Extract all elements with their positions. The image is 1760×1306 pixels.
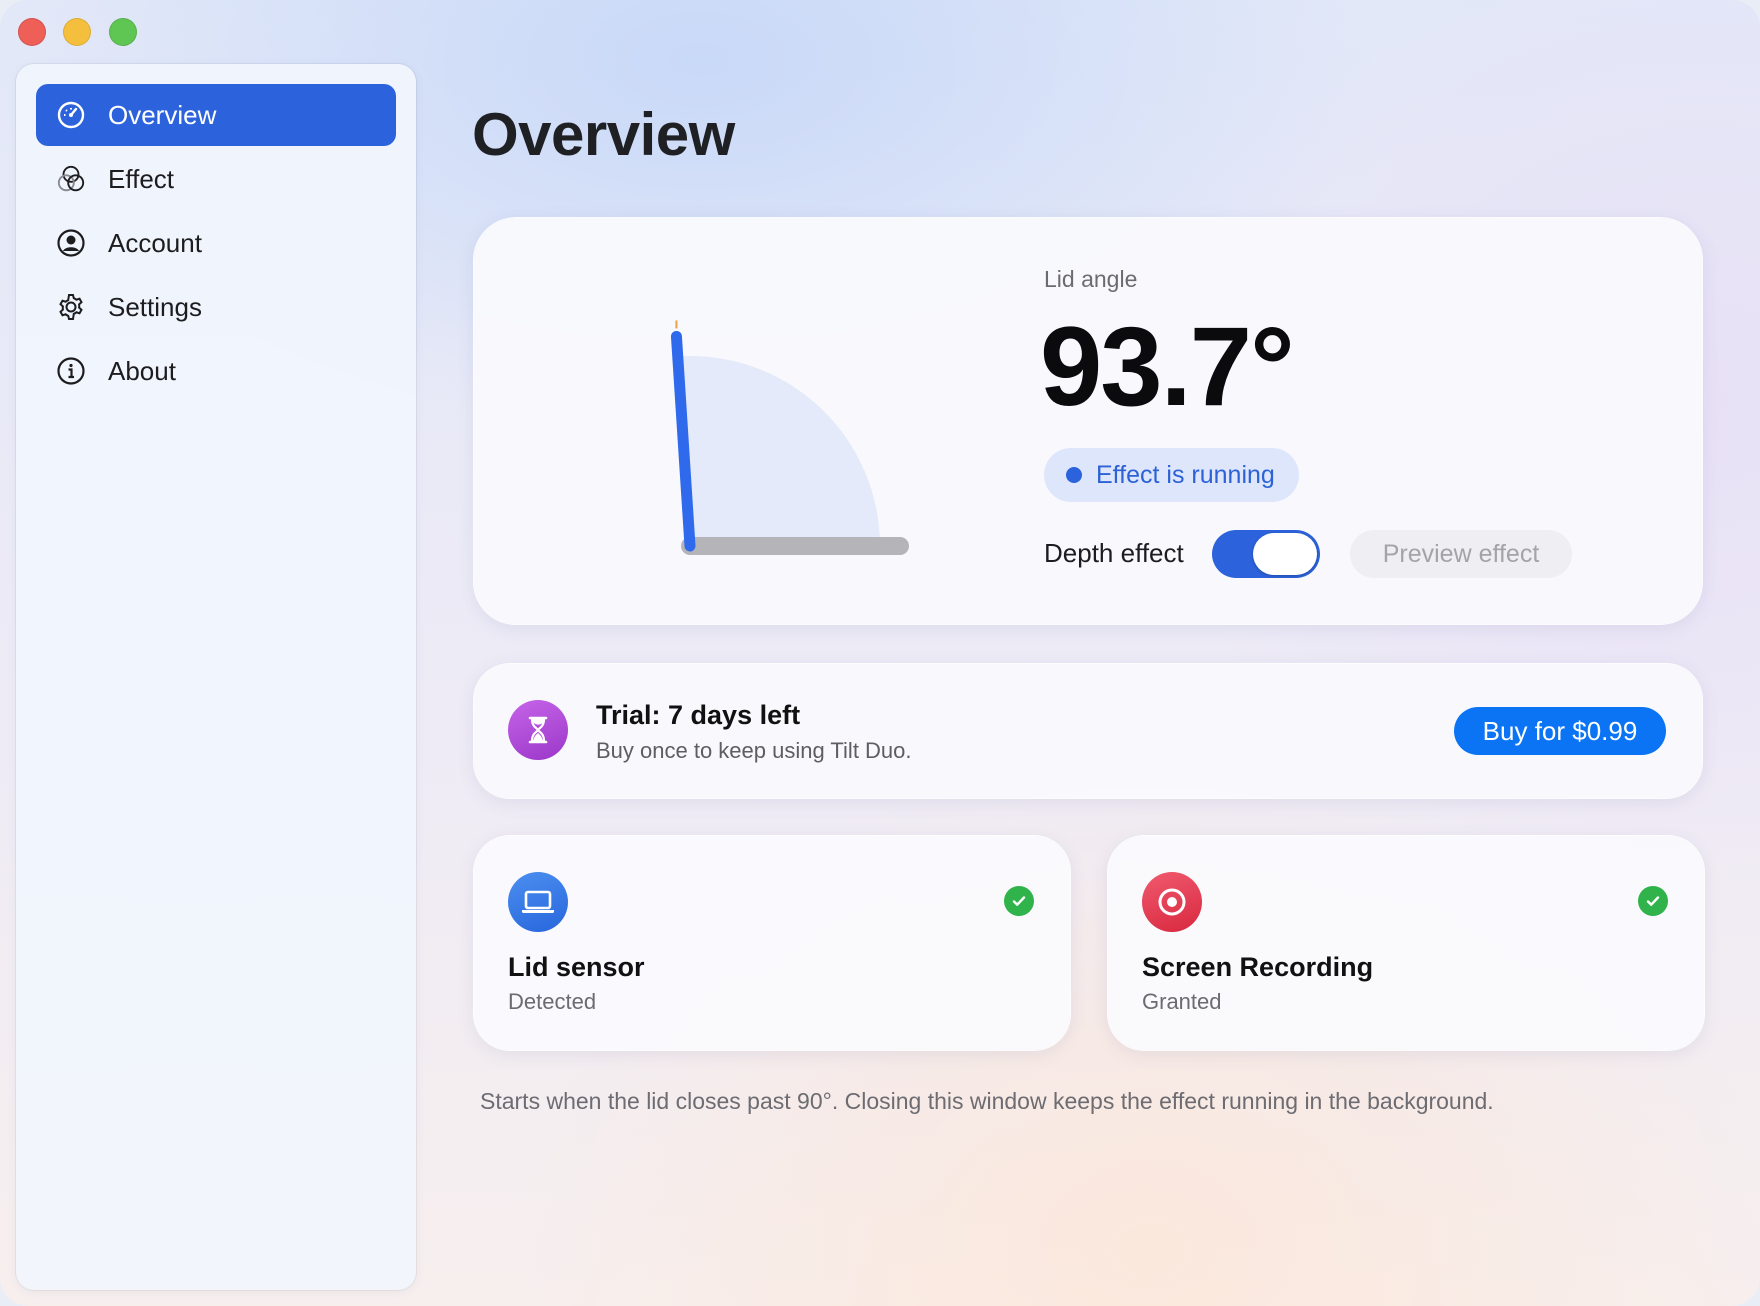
trial-title: Trial: 7 days left xyxy=(596,700,801,730)
sidebar-item-label: About xyxy=(108,355,176,386)
status-badge: Effect is running xyxy=(1044,448,1299,502)
circles-icon xyxy=(56,164,86,194)
sidebar-item-account[interactable]: Account xyxy=(36,212,396,274)
sidebar-item-about[interactable]: About xyxy=(36,340,396,402)
sidebar-item-effect[interactable]: Effect xyxy=(36,148,396,210)
checkmark-icon xyxy=(1638,886,1668,916)
lid-angle-visual xyxy=(670,320,909,555)
toggle-knob xyxy=(1253,533,1317,575)
minimize-button[interactable] xyxy=(63,18,91,46)
depth-effect-label: Depth effect xyxy=(1044,538,1184,568)
sidebar-item-overview[interactable]: Overview xyxy=(36,84,396,146)
lid-angle-sector xyxy=(677,356,880,546)
lid-angle-value: 93.7° xyxy=(1040,304,1295,429)
permission-status: Detected xyxy=(508,989,597,1014)
zoom-button[interactable] xyxy=(109,18,137,46)
gauge-icon xyxy=(56,100,86,130)
close-button[interactable] xyxy=(18,18,46,46)
screen-recording-card: Screen Recording Granted xyxy=(1108,836,1704,1050)
status-dot xyxy=(1066,467,1082,483)
page-title: Overview xyxy=(472,101,735,168)
hourglass-icon xyxy=(508,700,568,760)
sidebar-item-settings[interactable]: Settings xyxy=(36,276,396,338)
info-icon xyxy=(56,356,86,386)
sidebar-item-label: Settings xyxy=(108,291,202,322)
app-window: Overview Effect Account Settings About O… xyxy=(0,0,1760,1306)
gear-icon xyxy=(56,292,86,322)
footnote: Starts when the lid closes past 90°. Clo… xyxy=(480,1088,1494,1114)
lid-angle-label: Lid angle xyxy=(1044,266,1138,292)
depth-effect-toggle[interactable] xyxy=(1212,530,1320,578)
sidebar-item-label: Account xyxy=(108,227,202,258)
trial-subtitle: Buy once to keep using Tilt Duo. xyxy=(596,738,912,763)
status-text: Effect is running xyxy=(1096,460,1275,489)
buy-button[interactable]: Buy for $0.99 xyxy=(1454,707,1666,755)
sidebar-item-label: Overview xyxy=(108,99,217,130)
permission-title: Screen Recording xyxy=(1142,952,1374,982)
permission-status: Granted xyxy=(1142,989,1222,1014)
record-icon xyxy=(1142,872,1202,932)
sidebar: Overview Effect Account Settings About xyxy=(16,64,416,1290)
lid-sensor-card: Lid sensor Detected xyxy=(474,836,1070,1050)
laptop-icon xyxy=(508,872,568,932)
checkmark-icon xyxy=(1004,886,1034,916)
person-circle-icon xyxy=(56,228,86,258)
trial-card: Trial: 7 days left Buy once to keep usin… xyxy=(474,664,1702,798)
sidebar-item-label: Effect xyxy=(108,163,175,194)
lid-angle-card: Lid angle 93.7° Effect is running Depth … xyxy=(474,218,1702,624)
permission-title: Lid sensor xyxy=(508,952,645,982)
preview-effect-button[interactable]: Preview effect xyxy=(1350,530,1572,578)
